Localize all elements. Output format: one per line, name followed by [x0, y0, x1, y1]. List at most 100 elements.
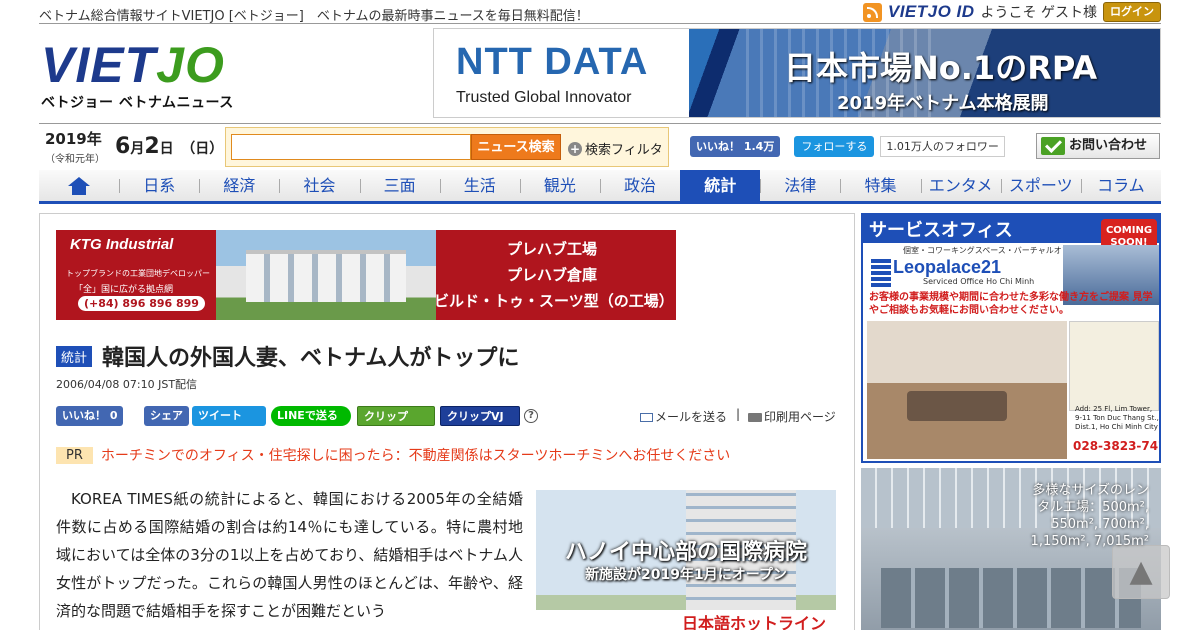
office-map	[1069, 321, 1159, 411]
search-filter-toggle[interactable]: + 検索フィルタ	[568, 139, 663, 158]
search-box: ニュース検索 + 検索フィルタ	[225, 127, 669, 167]
rental-factory-text: 多様なサイズのレンタル工場：500m², 550m², 700m², 1,150…	[1030, 483, 1149, 549]
logo-jo: JO	[156, 37, 225, 93]
building-icon	[871, 259, 891, 287]
nav-item[interactable]: 日系	[119, 170, 199, 201]
facebook-like-count: 1.4万	[743, 140, 775, 153]
welcome-text: ようこそ ゲスト様	[980, 5, 1097, 21]
ntt-tagline: Trusted Global Innovator	[456, 89, 632, 106]
date-year: 2019年	[45, 130, 102, 148]
ktg-factory-photo	[216, 230, 436, 320]
ktg-brand-sub2: 「全」国に広がる拠点網	[74, 285, 174, 295]
news-search-button[interactable]: ニュース検索	[471, 134, 561, 160]
top-strip: ベトナム総合情報サイトVIETJO [ベトジョー] ベトナムの最新時事ニュースを…	[39, 0, 1161, 24]
article-body: KOREA TIMES紙の統計によると、韓国における2005年の全結婚件数に占め…	[56, 490, 523, 620]
twitter-follower-count: 1.01万人のフォロワー	[880, 136, 1005, 157]
pr-badge: PR	[56, 446, 93, 464]
search-input[interactable]	[231, 134, 471, 160]
nav-item[interactable]: 法律	[760, 170, 840, 201]
date-day: 2	[144, 134, 160, 159]
date-weekday: （日）	[181, 141, 224, 157]
share-bar: いいね！ 0 シェア ツイート LINEで送る クリップ クリップVJ ? メー…	[56, 406, 840, 428]
rental-factory-ad[interactable]: 多様なサイズのレンタル工場：500m², 550m², 700m², 1,150…	[861, 468, 1161, 630]
site-logo[interactable]: VIETJO ベトジョー ベトナムニュース	[41, 38, 246, 113]
clip-vj-button[interactable]: クリップVJ	[440, 406, 520, 426]
login-button[interactable]: ログイン	[1103, 2, 1161, 22]
pr-link[interactable]: ホーチミンでのオフィス・住宅探しに困ったら：不動産関係はスターツホーチミンへお任…	[101, 445, 730, 465]
print-page-label: 印刷用ページ	[764, 410, 836, 424]
ktg-industrial-ad[interactable]: KTG Industrial トップブランドの工業団地デベロッパー 「全」国に広…	[56, 230, 676, 320]
scroll-to-top-button[interactable]: ▲	[1112, 545, 1170, 599]
leopalace-brand: Leopalace21	[893, 257, 1002, 277]
date-month-day: 6月2日 （日）	[115, 134, 223, 159]
nav-item[interactable]: スポーツ	[1000, 170, 1081, 201]
help-icon[interactable]: ?	[524, 409, 538, 423]
twitter-follow-button[interactable]: フォローする	[794, 136, 875, 157]
office-address: Add: 25 Fl, Lim Tower, 9-11 Ton Duc Than…	[1075, 405, 1159, 431]
top-right-tools: VIETJO ID ようこそ ゲスト様 ログイン	[862, 1, 1161, 23]
nav-item[interactable]: 政治	[599, 170, 680, 201]
ktg-brand: KTG Industrial	[70, 236, 174, 253]
ntt-banner-left: NTT DATA Trusted Global Innovator	[434, 29, 689, 117]
hospital-ad[interactable]: ハノイ中心部の国際病院 新施設が2019年1月にオープン 日本語ホットライン	[536, 490, 836, 630]
social-follow: いいね！ 1.4万 フォローする 1.01万人のフォロワー	[690, 136, 1005, 157]
service-office-ad[interactable]: サービスオフィス COMING SOON! 個室・コワーキングスペース・バーチャ…	[861, 213, 1161, 463]
ktg-copy-line: ビルド・トゥ・スーツ型（の工場）	[434, 292, 674, 310]
send-mail-link[interactable]: メールを送る	[640, 408, 727, 425]
rss-icon[interactable]	[862, 2, 882, 22]
category-badge[interactable]: 統計	[56, 345, 93, 367]
nav-item[interactable]: エンタメ	[920, 170, 1001, 201]
nav-item[interactable]: コラム	[1080, 170, 1161, 201]
office-ad-title: サービスオフィス	[869, 220, 1013, 241]
article-title: 韓国人の外国人妻、ベトナム人がトップに	[102, 346, 520, 371]
ktg-copy-line: プレハブ倉庫	[506, 266, 597, 284]
office-tel: 028-3823-7477	[1073, 439, 1159, 453]
print-page-link[interactable]: 印刷用ページ	[748, 408, 836, 425]
ntt-headline: 日本市場No.1のRPA	[784, 49, 1098, 87]
hospital-title: ハノイ中心部の国際病院	[564, 540, 807, 565]
home-icon	[68, 177, 91, 195]
ntt-logo: NTT DATA	[456, 41, 649, 83]
contact-label: お問い合わせ	[1069, 138, 1148, 153]
main-nav: 日系 経済 社会 三面 生活 観光 政治 統計 法律 特集 エンタメ スポーツ コラム	[39, 170, 1161, 204]
line-share-button[interactable]: LINEで送る	[271, 406, 351, 426]
facebook-like-button[interactable]: いいね！ 0	[56, 406, 124, 426]
ntt-subline: 2019年ベトナム本格展開	[837, 93, 1049, 114]
office-ad-message: お客様の事業規模や期間に合わせた多彩な働き方をご提案 見学やご相談もお気軽にお問…	[869, 292, 1153, 316]
nav-item[interactable]: 統計	[680, 170, 761, 201]
nav-item[interactable]: 経済	[199, 170, 279, 201]
nav-item[interactable]: 生活	[439, 170, 520, 201]
check-mail-icon	[1041, 137, 1065, 155]
nav-item[interactable]: 社会	[279, 170, 359, 201]
current-date: 2019年 （令和元年） 6月2日 （日）	[45, 128, 223, 165]
clip-button[interactable]: クリップ	[357, 406, 435, 426]
ktg-copy: プレハブ工場 プレハブ倉庫 ビルド・トゥ・スーツ型（の工場）	[434, 236, 674, 314]
ntt-data-banner[interactable]: NTT DATA Trusted Global Innovator 日本市場No…	[433, 28, 1161, 118]
contact-button[interactable]: お問い合わせ	[1036, 133, 1160, 159]
ntt-banner-right: 日本市場No.1のRPA 2019年ベトナム本格展開	[689, 29, 1160, 117]
office-room-photo	[867, 321, 1067, 459]
office-ad-sub: 個室・コワーキングスペース・バーチャルオフィス	[903, 246, 1086, 255]
facebook-share-button[interactable]: シェア	[144, 406, 189, 426]
nav-home[interactable]	[39, 170, 119, 201]
article-dateline: 2006/04/08 07:10 JST配信	[56, 378, 198, 391]
printer-icon	[748, 413, 762, 422]
nav-item[interactable]: 特集	[840, 170, 920, 201]
nav-item[interactable]: 観光	[519, 170, 600, 201]
ktg-copy-line: プレハブ工場	[506, 240, 597, 258]
pr-line: PR ホーチミンでのオフィス・住宅探しに困ったら：不動産関係はスターツホーチミン…	[56, 445, 730, 465]
vietjo-id-logo[interactable]: VIETJO ID	[888, 2, 975, 22]
ktg-brand-sub: トップブランドの工業団地デベロッパー	[66, 269, 210, 278]
tweet-button[interactable]: ツイート	[192, 406, 266, 426]
mail-icon	[640, 413, 653, 422]
share-separator: |	[736, 407, 741, 421]
date-month: 6	[115, 134, 131, 159]
plus-icon: +	[568, 141, 582, 156]
site-tagline: ベトナム総合情報サイトVIETJO [ベトジョー] ベトナムの最新時事ニュースを…	[39, 9, 589, 24]
search-filter-label: 検索フィルタ	[585, 143, 663, 158]
hospital-sub: 新施設が2019年1月にオープン	[585, 567, 787, 583]
nav-item[interactable]: 三面	[359, 170, 440, 201]
facebook-like-button[interactable]: いいね！ 1.4万	[690, 136, 781, 157]
logo-subtitle: ベトジョー ベトナムニュース	[41, 95, 234, 111]
date-era: （令和元年）	[45, 154, 105, 165]
